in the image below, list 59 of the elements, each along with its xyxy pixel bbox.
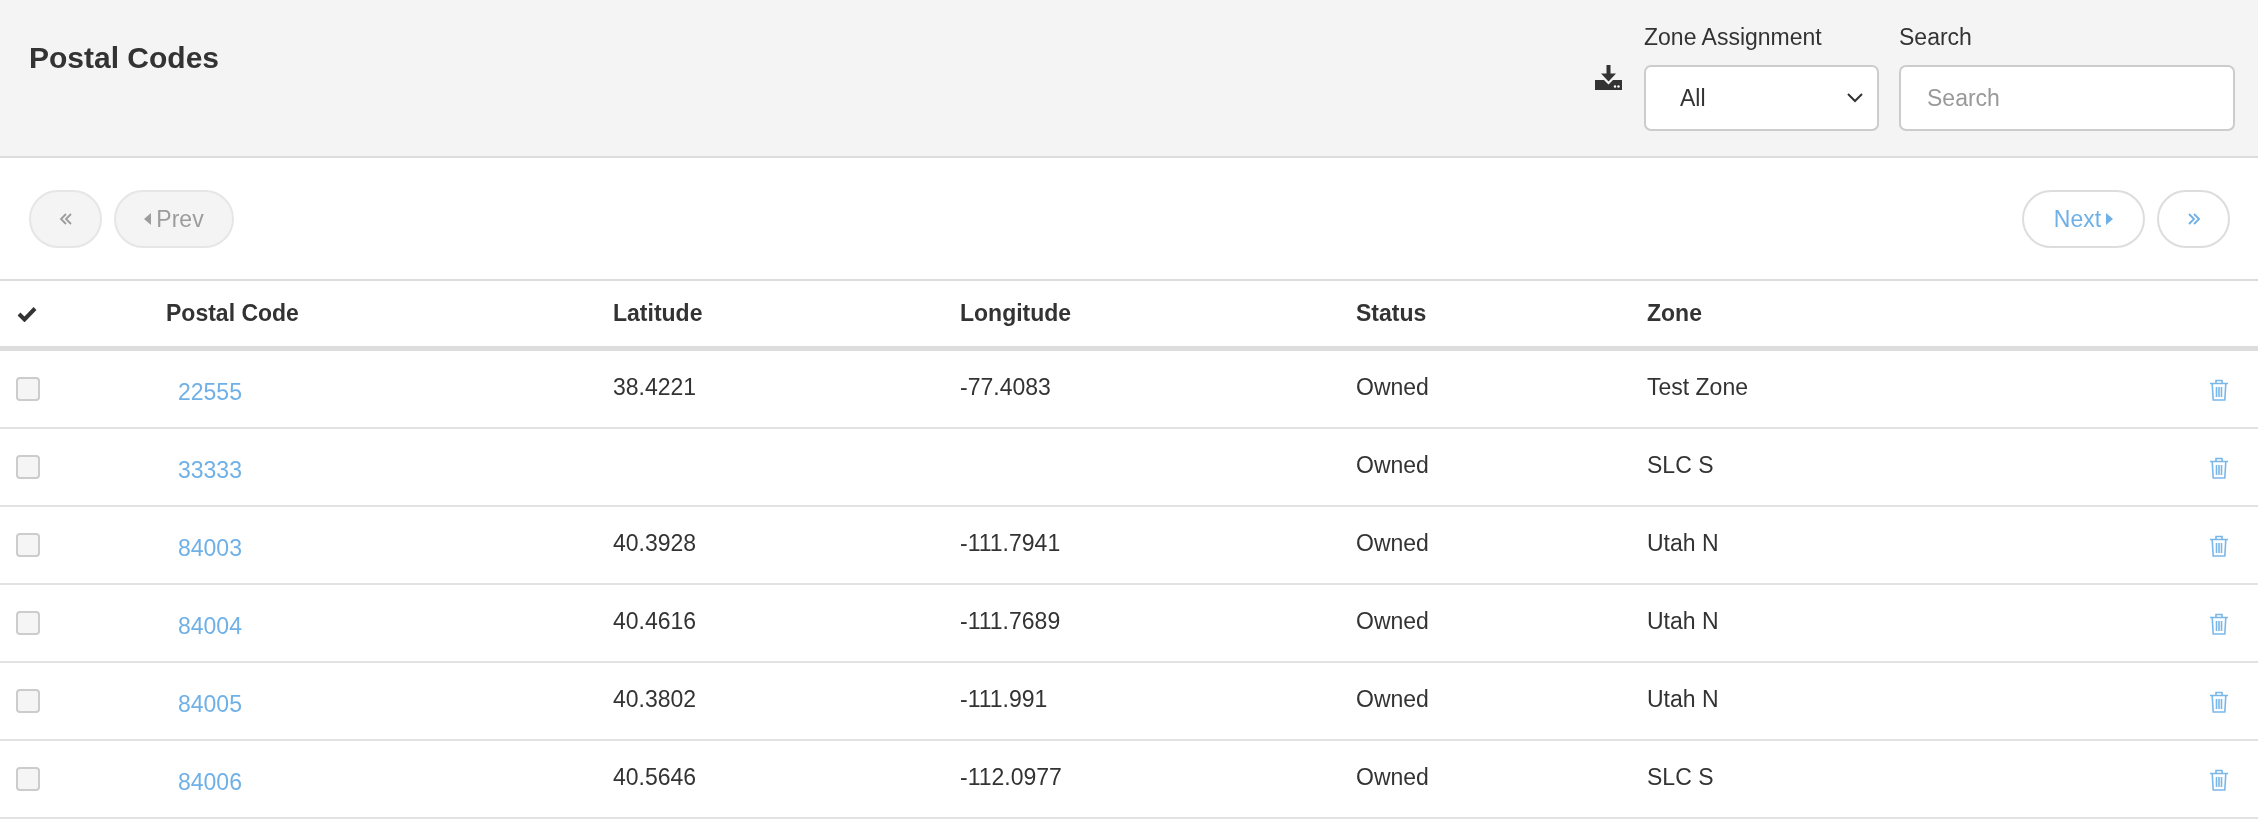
checkmark-icon[interactable] — [17, 305, 37, 322]
row-checkbox[interactable] — [16, 611, 40, 635]
column-header: Status — [1356, 300, 1427, 326]
status-cell-text: Owned — [1356, 763, 1429, 792]
postal-code-link[interactable]: 22555 — [178, 372, 242, 406]
longitude-cell-text: -111.7941 — [960, 529, 1061, 558]
postal-code-link[interactable]: 84005 — [178, 684, 242, 718]
longitude-cell-text: -111.7689 — [960, 607, 1061, 636]
column-header: Postal Code — [166, 300, 299, 326]
double-chevron-left-icon — [58, 213, 73, 225]
zone-cell-text: Utah N — [1647, 607, 1719, 636]
latitude-cell-text: 40.3928 — [613, 529, 697, 558]
longitude-cell-text: -77.4083 — [960, 373, 1051, 402]
status-cell-text: Owned — [1356, 685, 1429, 714]
longitude-cell-text: -111.991 — [960, 685, 1048, 714]
zone-cell-text: Utah N — [1647, 529, 1719, 558]
row-checkbox[interactable] — [16, 377, 40, 401]
row-checkbox[interactable] — [16, 455, 40, 479]
latitude-cell-text: 40.4616 — [613, 607, 697, 636]
trash-icon[interactable] — [2209, 535, 2229, 558]
trash-icon[interactable] — [2209, 379, 2229, 402]
postal-code-link[interactable]: 33333 — [178, 450, 242, 484]
row-checkbox[interactable] — [16, 689, 40, 713]
chevron-down-icon — [1847, 93, 1863, 103]
zone-cell-text: Utah N — [1647, 685, 1719, 714]
latitude-cell-text: 38.4221 — [613, 373, 697, 402]
trash-icon[interactable] — [2209, 613, 2229, 636]
trash-icon[interactable] — [2209, 457, 2229, 480]
next-page-button[interactable]: Next — [2022, 190, 2145, 248]
page-title: Postal Codes — [29, 40, 220, 76]
caret-right-icon — [2106, 213, 2114, 225]
column-header: Longitude — [960, 300, 1072, 326]
row-checkbox[interactable] — [16, 533, 40, 557]
column-header: Latitude — [613, 300, 703, 326]
status-cell-text: Owned — [1356, 529, 1429, 558]
postal-code-link[interactable]: 84006 — [178, 762, 242, 796]
double-chevron-right-icon — [2186, 213, 2201, 225]
latitude-cell-text: 40.5646 — [613, 763, 697, 792]
caret-left-icon — [144, 213, 152, 225]
zone-assignment-label: Zone Assignment — [1644, 23, 1822, 51]
zone-assignment-select[interactable]: All — [1644, 65, 1879, 131]
column-header: Zone — [1647, 300, 1702, 326]
row-checkbox[interactable] — [16, 767, 40, 791]
zone-cell-text: SLC S — [1647, 763, 1714, 792]
status-cell-text: Owned — [1356, 373, 1429, 402]
zone-cell-text: SLC S — [1647, 451, 1714, 480]
status-cell-text: Owned — [1356, 451, 1429, 480]
zone-cell-text: Test Zone — [1647, 373, 1748, 402]
search-label: Search — [1899, 23, 1972, 51]
longitude-cell-text: -112.0977 — [960, 763, 1062, 792]
status-cell-text: Owned — [1356, 607, 1429, 636]
postal-code-link[interactable]: 84003 — [178, 528, 242, 562]
download-icon[interactable] — [1595, 65, 1622, 90]
last-page-button[interactable] — [2157, 190, 2230, 248]
latitude-cell-text: 40.3802 — [613, 685, 697, 714]
postal-code-link[interactable]: 84004 — [178, 606, 242, 640]
search-field[interactable]: Search — [1899, 65, 2235, 131]
trash-icon[interactable] — [2209, 691, 2229, 714]
trash-icon[interactable] — [2209, 769, 2229, 792]
